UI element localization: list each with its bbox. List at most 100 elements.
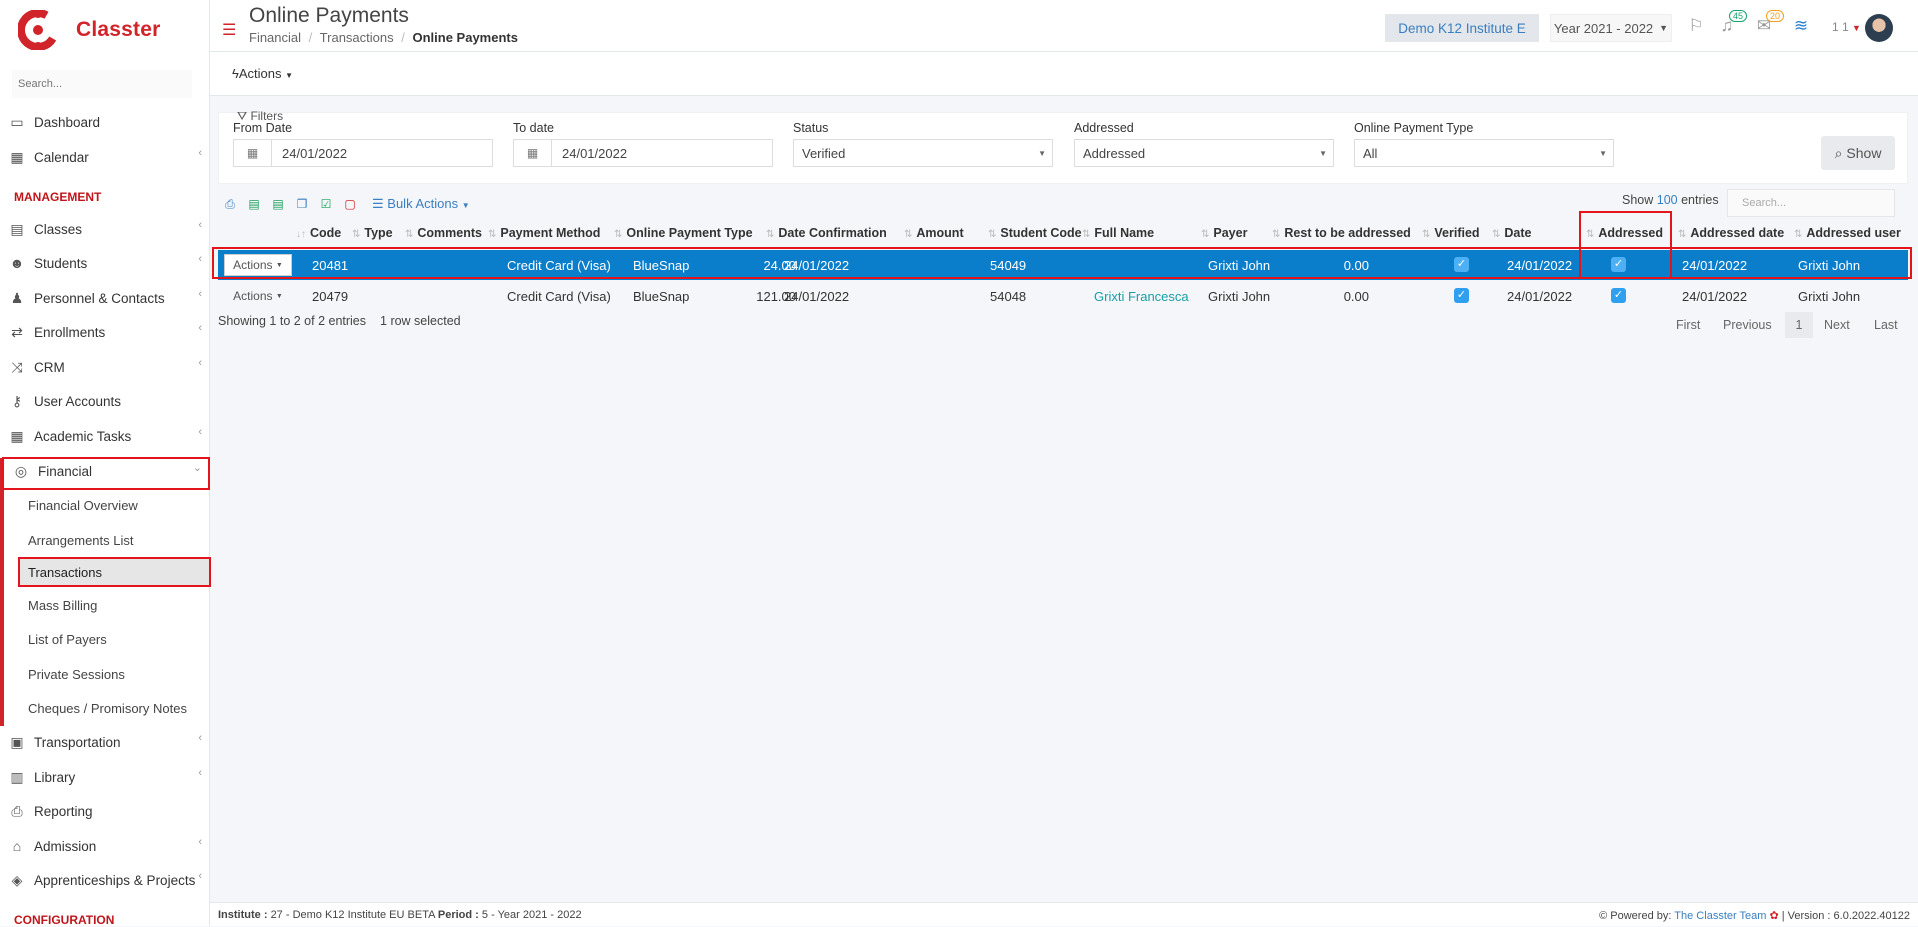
breadcrumb: Financial / Transactions / Online Paymen…	[249, 30, 518, 45]
sidebar-item-dashboard[interactable]: ▭ Dashboard	[0, 106, 210, 138]
breadcrumb-financial[interactable]: Financial	[249, 30, 301, 45]
addressed-checkbox[interactable]: ✓	[1611, 257, 1626, 272]
show-button[interactable]: ⌕ Show	[1821, 136, 1895, 170]
addressed-select[interactable]: Addressed ▼	[1074, 139, 1334, 167]
sidebar-sub-private-sessions[interactable]: Private Sessions	[18, 659, 210, 689]
verified-checkbox[interactable]: ✓	[1454, 288, 1469, 303]
flag-icon[interactable]: ⚐	[1684, 14, 1708, 38]
sidebar-item-admission[interactable]: ⌂ Admission ‹	[0, 830, 210, 862]
cell-full-name[interactable]: Grixti Francesca	[1094, 289, 1189, 304]
logo[interactable]: Classter	[17, 9, 160, 51]
column-header-date-confirmation[interactable]: ⇅ Date Confirmation	[766, 226, 887, 240]
print-icon[interactable]: ⎙	[218, 197, 242, 212]
bulk-actions-button[interactable]: ☰ Bulk Actions ▼	[372, 196, 470, 212]
page-length-select[interactable]: 100	[1657, 193, 1678, 207]
sidebar-item-enrollments[interactable]: ⇄ Enrollments ‹	[0, 316, 210, 348]
sidebar-item-transportation[interactable]: ▣ Transportation ‹	[0, 726, 210, 758]
column-header-full-name[interactable]: ⇅ Full Name	[1082, 226, 1154, 240]
bell-icon[interactable]: ♫ 45	[1715, 10, 1747, 38]
column-header-addressed-user[interactable]: ⇅ Addressed user	[1794, 226, 1901, 240]
column-header-rest[interactable]: ⇅ Rest to be addressed	[1272, 226, 1411, 240]
from-date-field[interactable]: ▦ 24/01/2022	[233, 139, 493, 167]
sidebar-item-apprenticeships[interactable]: ◈ Apprenticeships & Projects ‹	[0, 864, 210, 896]
bulk-actions-label: Bulk Actions	[387, 196, 459, 211]
sidebar-sub-arrangements-list[interactable]: Arrangements List	[18, 525, 210, 555]
user-menu[interactable]: 1 1 ▼	[1832, 20, 1861, 34]
column-header-amount[interactable]: ⇅ Amount	[904, 226, 964, 240]
sidebar-sub-cheques[interactable]: Cheques / Promisory Notes	[18, 693, 210, 723]
row-actions-button[interactable]: Actions ▼	[224, 285, 292, 307]
row-actions-button[interactable]: Actions ▼	[224, 254, 292, 276]
sidebar-item-label: Admission	[34, 838, 97, 854]
breadcrumb-transactions[interactable]: Transactions	[320, 30, 394, 45]
pager-previous[interactable]: Previous	[1723, 318, 1772, 332]
table-row[interactable]: Actions ▼ 20479 Credit Card (Visa) BlueS…	[218, 281, 1908, 311]
column-header-type[interactable]: ⇅ Type	[352, 226, 393, 240]
actions-menu-button[interactable]: ϟActions ▼	[232, 66, 293, 81]
column-header-payment-method[interactable]: ⇅ Payment Method	[488, 226, 600, 240]
column-header-verified[interactable]: ⇅ Verified	[1422, 226, 1480, 240]
printer-icon: ⎙	[11, 802, 23, 819]
menu-toggle-icon[interactable]: ☰	[222, 20, 236, 40]
sidebar-item-calendar[interactable]: ▦ Calendar ‹	[0, 141, 210, 173]
layers-icon[interactable]: ≋	[1789, 14, 1813, 38]
pager-first[interactable]: First	[1676, 318, 1700, 332]
sidebar-item-personnel[interactable]: ♟ Personnel & Contacts ‹	[0, 282, 210, 314]
envelope-icon[interactable]: ✉ 20	[1752, 10, 1784, 38]
column-header-payer[interactable]: ⇅ Payer	[1201, 226, 1247, 240]
sidebar-item-label: Reporting	[34, 803, 93, 819]
column-header-addressed-date[interactable]: ⇅ Addressed date	[1678, 226, 1784, 240]
pager-current[interactable]: 1	[1785, 312, 1813, 338]
copy-icon[interactable]: ❐	[290, 197, 314, 211]
online-payment-type-select[interactable]: All ▼	[1354, 139, 1614, 167]
column-header-student-code[interactable]: ⇅ Student Code	[988, 226, 1082, 240]
from-date-value: 24/01/2022	[282, 145, 348, 161]
table-search-input[interactable]: Search...	[1727, 189, 1895, 217]
table-row[interactable]: Actions ▼ 20481 Credit Card (Visa) BlueS…	[218, 250, 1908, 280]
sidebar-item-academic-tasks[interactable]: ▦ Academic Tasks ‹	[0, 420, 210, 452]
sidebar-sub-mass-billing[interactable]: Mass Billing	[18, 590, 210, 620]
cell-code: 20479	[312, 289, 349, 304]
select-all-icon[interactable]: ☑	[314, 197, 338, 211]
sidebar-item-reporting[interactable]: ⎙ Reporting	[0, 795, 210, 827]
csv-icon[interactable]: ▤	[266, 197, 290, 211]
chevron-left-icon: ‹	[198, 147, 202, 159]
excel-icon[interactable]: ▤	[242, 197, 266, 211]
grid-icon: ▦	[10, 427, 24, 444]
sidebar-sub-financial-overview[interactable]: Financial Overview	[18, 490, 210, 520]
classter-mini-logo-icon: ✿	[1769, 910, 1779, 922]
status-select[interactable]: Verified ▼	[793, 139, 1053, 167]
year-selector[interactable]: Year 2021 - 2022 ▼	[1550, 14, 1672, 42]
institute-selector[interactable]: Demo K12 Institute E	[1385, 14, 1539, 42]
verified-checkbox[interactable]: ✓	[1454, 257, 1469, 272]
chevron-left-icon: ‹	[198, 870, 202, 882]
deselect-icon[interactable]: ▢	[338, 197, 362, 211]
column-header-code[interactable]: ↓↑ Code	[296, 226, 341, 240]
sidebar-item-financial[interactable]: ◎ Financial ⌄	[0, 455, 210, 487]
sidebar-sub-list-of-payers[interactable]: List of Payers	[18, 624, 210, 654]
avatar[interactable]	[1865, 14, 1893, 42]
sidebar-item-crm[interactable]: ⤨ CRM ‹	[0, 351, 210, 383]
sidebar-item-label: Personnel & Contacts	[34, 290, 165, 306]
sidebar-item-classes[interactable]: ▤ Classes ‹	[0, 213, 210, 245]
to-date-value: 24/01/2022	[562, 145, 628, 161]
addressed-checkbox[interactable]: ✓	[1611, 288, 1626, 303]
pager-next[interactable]: Next	[1824, 318, 1850, 332]
pager-last[interactable]: Last	[1874, 318, 1898, 332]
sidebar-sub-transactions[interactable]: Transactions	[18, 557, 210, 587]
column-header-comments[interactable]: ⇅ Comments	[405, 226, 482, 240]
sidebar-item-students[interactable]: ☻ Students ‹	[0, 247, 210, 279]
column-header-online-payment-type[interactable]: ⇅ Online Payment Type	[614, 226, 753, 240]
column-header-date[interactable]: ⇅ Date	[1492, 226, 1531, 240]
column-header-addressed[interactable]: ⇅ Addressed	[1586, 226, 1663, 240]
to-date-label: To date	[513, 121, 555, 135]
cell-amount: 24.00	[763, 258, 796, 273]
sidebar-item-library[interactable]: ▥ Library ‹	[0, 761, 210, 793]
chevron-left-icon: ‹	[198, 732, 202, 744]
sidebar-item-user-accounts[interactable]: ⚷ User Accounts	[0, 385, 210, 417]
team-link[interactable]: The Classter Team	[1674, 910, 1766, 922]
to-date-field[interactable]: ▦ 24/01/2022	[513, 139, 773, 167]
sidebar-search-input[interactable]	[12, 70, 192, 98]
section-configuration: CONFIGURATION	[14, 913, 115, 927]
exchange-icon: ⇄	[11, 323, 23, 340]
